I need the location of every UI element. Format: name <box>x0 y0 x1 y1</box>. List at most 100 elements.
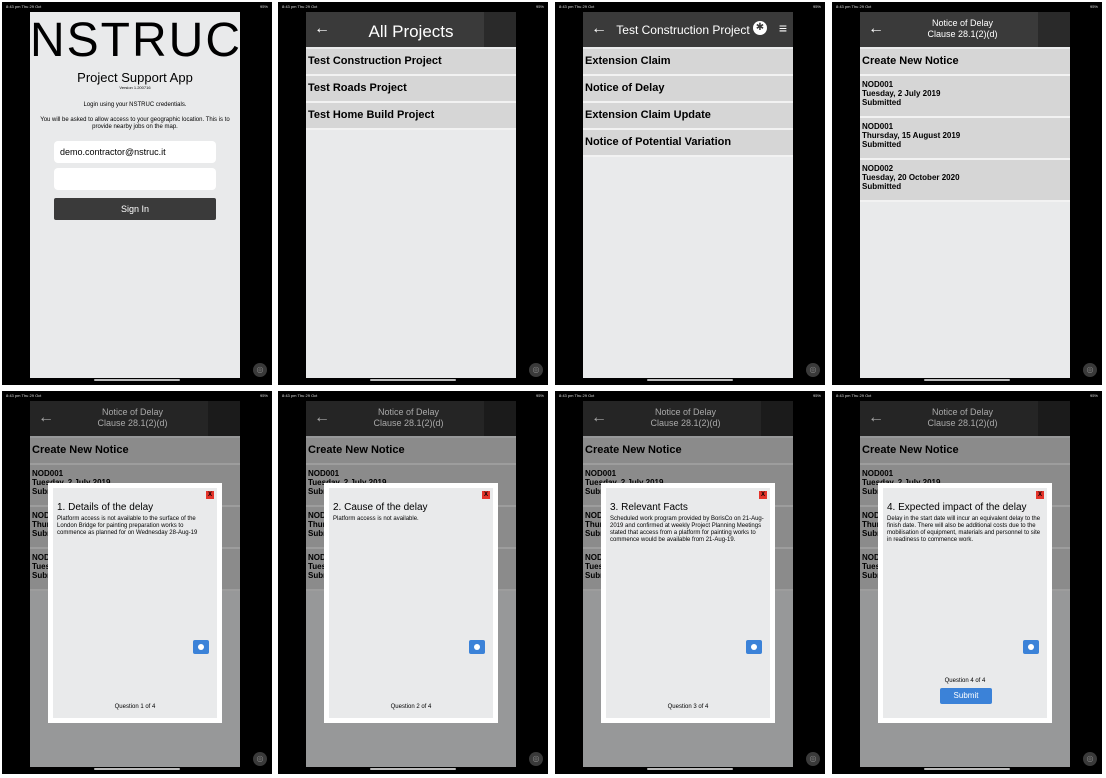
assistive-touch-icon[interactable]: ◎ <box>529 752 543 766</box>
form-item[interactable]: Extension Claim <box>583 49 793 76</box>
status-bar: 8:43 pm Thu 29 Oct 95% <box>836 393 1098 398</box>
back-arrow-icon[interactable]: ← <box>314 21 330 37</box>
page-title: Notice of Delay Clause 28.1(2)(d) <box>927 18 998 39</box>
camera-icon[interactable] <box>193 640 209 654</box>
assistive-touch-icon[interactable]: ◎ <box>253 363 267 377</box>
notice-item[interactable]: NOD001Thursday, 15 August 2019Submitted <box>860 118 1070 160</box>
question-answer[interactable]: Platform access is not available. <box>333 516 487 523</box>
form-item[interactable]: Extension Claim Update <box>583 103 793 130</box>
header-action-box[interactable] <box>484 12 516 47</box>
close-icon[interactable]: X <box>759 491 767 499</box>
question-title: 1. Details of the delay <box>57 502 154 513</box>
home-indicator[interactable] <box>94 379 180 381</box>
nstruc-logo: NSTRUC <box>30 14 240 67</box>
page-title: Test Construction Project <box>616 23 750 37</box>
project-item[interactable]: Test Construction Project <box>306 49 516 76</box>
app-name: Project Support App <box>77 70 193 85</box>
form-list: Extension Claim Notice of Delay Extensio… <box>583 49 793 157</box>
submit-button[interactable]: Submit <box>940 688 992 704</box>
header-action-box[interactable] <box>1038 12 1070 47</box>
assistive-touch-icon[interactable]: ◎ <box>529 363 543 377</box>
tablet-all-projects: 8:43 pm Thu 29 Oct 95% ← All Projects Tes… <box>278 2 548 385</box>
status-bar: 8:43 pm Thu 29 Oct 95% <box>559 4 821 9</box>
question-screen: ← Notice of Delay Clause 28.1(2)(d) Creat… <box>860 401 1070 767</box>
notice-list-screen: ← Notice of Delay Clause 28.1(2)(d) Creat… <box>860 12 1070 378</box>
projects-screen: ← All Projects Test Construction Project… <box>306 12 516 378</box>
question-title: 2. Cause of the delay <box>333 502 428 513</box>
tablet-question-3: 8:43 pm Thu 29 Oct 95% ← Notice of Delay C… <box>555 391 825 774</box>
assistive-touch-icon[interactable]: ◎ <box>253 752 267 766</box>
status-bar: 8:43 pm Thu 29 Oct 95% <box>282 393 544 398</box>
header: ← Test Construction Project ✱ ≡ <box>583 12 793 47</box>
status-bar: 8:43 pm Thu 29 Oct 95% <box>836 4 1098 9</box>
back-arrow-icon[interactable]: ← <box>591 21 607 37</box>
home-indicator[interactable] <box>94 768 180 770</box>
dialog-body: X 1. Details of the delay Platform acces… <box>53 488 217 718</box>
project-item[interactable]: Test Home Build Project <box>306 103 516 130</box>
create-new-notice-button[interactable]: Create New Notice <box>860 49 1070 76</box>
hamburger-menu-icon[interactable]: ≡ <box>779 20 787 36</box>
notice-list: Create New Notice NOD001Tuesday, 2 July … <box>860 49 1070 202</box>
home-indicator[interactable] <box>647 768 733 770</box>
question-counter: Question 1 of 4 <box>114 704 156 710</box>
back-arrow-icon[interactable]: ← <box>868 21 884 37</box>
question-answer[interactable]: Scheduled work program provided by Boris… <box>610 516 764 544</box>
camera-icon[interactable] <box>469 640 485 654</box>
status-bar: 8:43 pm Thu 29 Oct 95% <box>282 4 544 9</box>
home-indicator[interactable] <box>647 379 733 381</box>
close-icon[interactable]: X <box>482 491 490 499</box>
question-dialog: X 4. Expected impact of the delay Delay … <box>878 483 1052 723</box>
question-counter: Question 4 of 4 <box>944 678 986 684</box>
login-instruction: Login using your NSTRUC credentials. <box>83 102 187 108</box>
camera-icon[interactable] <box>1023 640 1039 654</box>
question-answer[interactable]: Platform access is not available to the … <box>57 516 211 537</box>
question-dialog: X 3. Relevant Facts Scheduled work progr… <box>601 483 775 723</box>
home-indicator[interactable] <box>924 768 1010 770</box>
notice-item[interactable]: NOD002Tuesday, 20 October 2020Submitted <box>860 160 1070 202</box>
tablet-question-4: 8:43 pm Thu 29 Oct 95% ← Notice of Delay C… <box>832 391 1102 774</box>
home-indicator[interactable] <box>924 379 1010 381</box>
camera-icon[interactable] <box>746 640 762 654</box>
assistive-touch-icon[interactable]: ◎ <box>806 752 820 766</box>
question-screen: ← Notice of Delay Clause 28.1(2)(d) Creat… <box>30 401 240 767</box>
dialog-body: X 3. Relevant Facts Scheduled work progr… <box>606 488 770 718</box>
username-field[interactable]: demo.contractor@nstruc.it <box>54 141 216 163</box>
assistive-touch-icon[interactable]: ◎ <box>1083 752 1097 766</box>
home-indicator[interactable] <box>370 768 456 770</box>
page-title: All Projects <box>368 22 454 41</box>
form-item[interactable]: Notice of Potential Variation <box>583 130 793 157</box>
question-counter: Question 2 of 4 <box>390 704 432 710</box>
project-item[interactable]: Test Roads Project <box>306 76 516 103</box>
question-screen: ← Notice of Delay Clause 28.1(2)(d) Creat… <box>306 401 516 767</box>
status-bar: 8:43 pm Thu 29 Oct 95% <box>559 393 821 398</box>
sign-in-button[interactable]: Sign In <box>54 198 216 220</box>
close-icon[interactable]: X <box>206 491 214 499</box>
question-counter: Question 3 of 4 <box>667 704 709 710</box>
tablet-question-2: 8:43 pm Thu 29 Oct 95% ← Notice of Delay C… <box>278 391 548 774</box>
project-screen: ← Test Construction Project ✱ ≡ Extensio… <box>583 12 793 378</box>
tablet-question-1: 8:43 pm Thu 29 Oct 95% ← Notice of Delay C… <box>2 391 272 774</box>
home-indicator[interactable] <box>370 379 456 381</box>
status-bar: 8:43 pm Thu 29 Oct 95% <box>6 393 268 398</box>
question-title: 4. Expected impact of the delay <box>887 502 1027 513</box>
tablet-project: 8:43 pm Thu 29 Oct 95% ← Test Constructio… <box>555 2 825 385</box>
close-icon[interactable]: X <box>1036 491 1044 499</box>
project-list: Test Construction Project Test Roads Pro… <box>306 49 516 130</box>
app-version: Version 1.200716 <box>119 85 151 90</box>
assistive-touch-icon[interactable]: ◎ <box>1083 363 1097 377</box>
question-title: 3. Relevant Facts <box>610 502 688 513</box>
form-item[interactable]: Notice of Delay <box>583 76 793 103</box>
tablet-login: 8:43 pm Thu 29 Oct 95% NSTRUC Project Sup… <box>2 2 272 385</box>
question-dialog: X 2. Cause of the delay Platform access … <box>324 483 498 723</box>
header: ← Notice of Delay Clause 28.1(2)(d) <box>860 12 1070 47</box>
header: ← All Projects <box>306 12 516 47</box>
location-note: You will be asked to allow access to you… <box>40 117 230 130</box>
dialog-body: X 4. Expected impact of the delay Delay … <box>883 488 1047 718</box>
login-screen: NSTRUC Project Support App Version 1.200… <box>30 12 240 378</box>
gear-icon[interactable]: ✱ <box>753 21 767 35</box>
question-answer[interactable]: Delay in the start date will incur an eq… <box>887 516 1041 544</box>
question-dialog: X 1. Details of the delay Platform acces… <box>48 483 222 723</box>
notice-item[interactable]: NOD001Tuesday, 2 July 2019Submitted <box>860 76 1070 118</box>
assistive-touch-icon[interactable]: ◎ <box>806 363 820 377</box>
password-field[interactable] <box>54 168 216 190</box>
